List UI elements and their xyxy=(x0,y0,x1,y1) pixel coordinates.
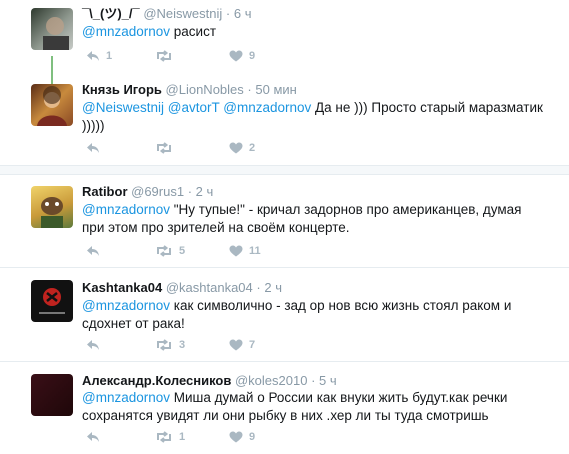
tweet[interactable]: Kashtanka04 @kashtanka04 · 2 ч @mnzadorn… xyxy=(0,268,569,360)
reply-icon xyxy=(87,51,99,61)
user-handle[interactable]: @Neiswestnij xyxy=(143,6,222,21)
reply-button[interactable]: 1 xyxy=(86,48,112,64)
avatar[interactable] xyxy=(31,186,73,228)
retweet-button[interactable]: 1 xyxy=(155,429,185,445)
retweet-icon xyxy=(157,50,171,62)
mention-link[interactable]: @mnzadornov xyxy=(82,298,170,313)
user-handle[interactable]: @kashtanka04 xyxy=(166,280,253,295)
like-button[interactable]: 7 xyxy=(229,337,255,353)
reply-icon xyxy=(87,432,99,442)
tweet[interactable]: ¯\_(ツ)_/¯ @Neiswestnij · 6 ч @mnzadornov… xyxy=(0,0,569,70)
tweet-text: @mnzadornov "Ну тупые!" - кричал задорно… xyxy=(82,201,547,237)
mention-link[interactable]: @mnzadornov xyxy=(82,390,170,405)
reply-icon xyxy=(87,246,99,256)
retweet-icon xyxy=(157,339,171,351)
separator-dot: · xyxy=(187,184,193,199)
like-button[interactable]: 11 xyxy=(229,243,261,259)
tweet-header: ¯\_(ツ)_/¯ @Neiswestnij · 6 ч xyxy=(82,6,252,22)
heart-icon xyxy=(229,431,243,443)
separator-dot: · xyxy=(247,82,252,97)
avatar-image xyxy=(41,197,63,228)
user-handle[interactable]: @LionNobles xyxy=(166,82,244,97)
tweet-header: Александр.Колесников @koles2010 · 5 ч xyxy=(82,373,337,389)
heart-icon xyxy=(229,339,243,351)
tweet-text: @mnzadornov расист xyxy=(82,23,547,41)
like-count: 11 xyxy=(249,245,261,257)
retweet-button[interactable] xyxy=(155,140,179,156)
like-button[interactable]: 2 xyxy=(229,140,255,156)
tweet-time[interactable]: 6 ч xyxy=(234,6,252,21)
reply-button[interactable] xyxy=(86,140,106,156)
reply-icon xyxy=(87,340,99,350)
tweet-header: Ratibor @69rus1 · 2 ч xyxy=(82,184,213,200)
avatar[interactable] xyxy=(31,84,73,126)
tweet-time[interactable]: 2 ч xyxy=(196,184,214,199)
reply-button[interactable] xyxy=(86,243,106,259)
avatar-image xyxy=(43,17,69,50)
like-count: 7 xyxy=(249,339,256,351)
tweet-time[interactable]: 2 ч xyxy=(264,280,282,295)
avatar[interactable] xyxy=(31,374,73,416)
retweet-count: 3 xyxy=(179,339,186,351)
heart-icon xyxy=(229,245,243,257)
tweet-text: @Neiswestnij @avtorT @mnzadornov Да не )… xyxy=(82,99,547,135)
mention-link[interactable]: @avtorT xyxy=(168,100,220,115)
retweet-count: 5 xyxy=(179,245,186,257)
divider xyxy=(0,165,569,175)
mention-link[interactable]: @mnzadornov xyxy=(82,24,170,39)
retweet-button[interactable] xyxy=(155,48,179,64)
tweet[interactable]: Ratibor @69rus1 · 2 ч @mnzadornov "Ну ту… xyxy=(0,176,569,264)
tweet-time[interactable]: 5 ч xyxy=(319,373,337,388)
user-name[interactable]: Kashtanka04 xyxy=(82,280,162,295)
tweet-text: @mnzadornov Миша думай о России как внук… xyxy=(82,389,547,425)
retweet-icon xyxy=(157,245,171,257)
separator-dot: · xyxy=(225,6,231,21)
separator-dot: · xyxy=(311,373,316,388)
user-name[interactable]: Александр.Колесников xyxy=(82,373,231,388)
retweet-count: 1 xyxy=(179,431,186,443)
user-handle[interactable]: @koles2010 xyxy=(235,373,307,388)
heart-icon xyxy=(229,50,243,62)
mention-link[interactable]: @Neiswestnij xyxy=(82,100,164,115)
retweet-button[interactable]: 3 xyxy=(155,337,185,353)
retweet-button[interactable]: 5 xyxy=(155,243,185,259)
separator-dot: · xyxy=(256,280,261,295)
tweet[interactable]: Александр.Колесников @koles2010 · 5 ч @m… xyxy=(0,362,569,454)
tweet-header: Kashtanka04 @kashtanka04 · 2 ч xyxy=(82,280,282,296)
tweet-header: Князь Игорь @LionNobles · 50 мин xyxy=(82,82,297,98)
like-count: 9 xyxy=(249,431,256,443)
tweet-time[interactable]: 50 мин xyxy=(255,82,296,97)
reply-count: 1 xyxy=(106,50,113,62)
tweet-body-text: расист xyxy=(173,24,217,39)
user-name[interactable]: Ratibor xyxy=(82,184,128,199)
like-count: 2 xyxy=(249,142,256,154)
avatar[interactable] xyxy=(31,280,73,322)
avatar-image xyxy=(39,288,65,314)
mention-link[interactable]: @mnzadornov xyxy=(223,100,311,115)
mention-link[interactable]: @mnzadornov xyxy=(82,202,170,217)
retweet-icon xyxy=(157,142,171,154)
user-name[interactable]: Князь Игорь xyxy=(82,82,162,97)
avatar[interactable] xyxy=(31,8,73,50)
reply-button[interactable] xyxy=(86,337,106,353)
reply-button[interactable] xyxy=(86,429,106,445)
tweet-text: @mnzadornov как символично - зад ор нов … xyxy=(82,297,547,333)
avatar-image xyxy=(37,86,67,126)
like-button[interactable]: 9 xyxy=(229,429,255,445)
heart-icon xyxy=(229,142,243,154)
tweet[interactable]: Князь Игорь @LionNobles · 50 мин @Neiswe… xyxy=(0,78,569,160)
user-name[interactable]: ¯\_(ツ)_/¯ xyxy=(82,6,140,21)
reply-icon xyxy=(87,143,99,153)
like-count: 9 xyxy=(249,50,256,62)
retweet-icon xyxy=(157,431,171,443)
like-button[interactable]: 9 xyxy=(229,48,255,64)
user-handle[interactable]: @69rus1 xyxy=(131,184,184,199)
